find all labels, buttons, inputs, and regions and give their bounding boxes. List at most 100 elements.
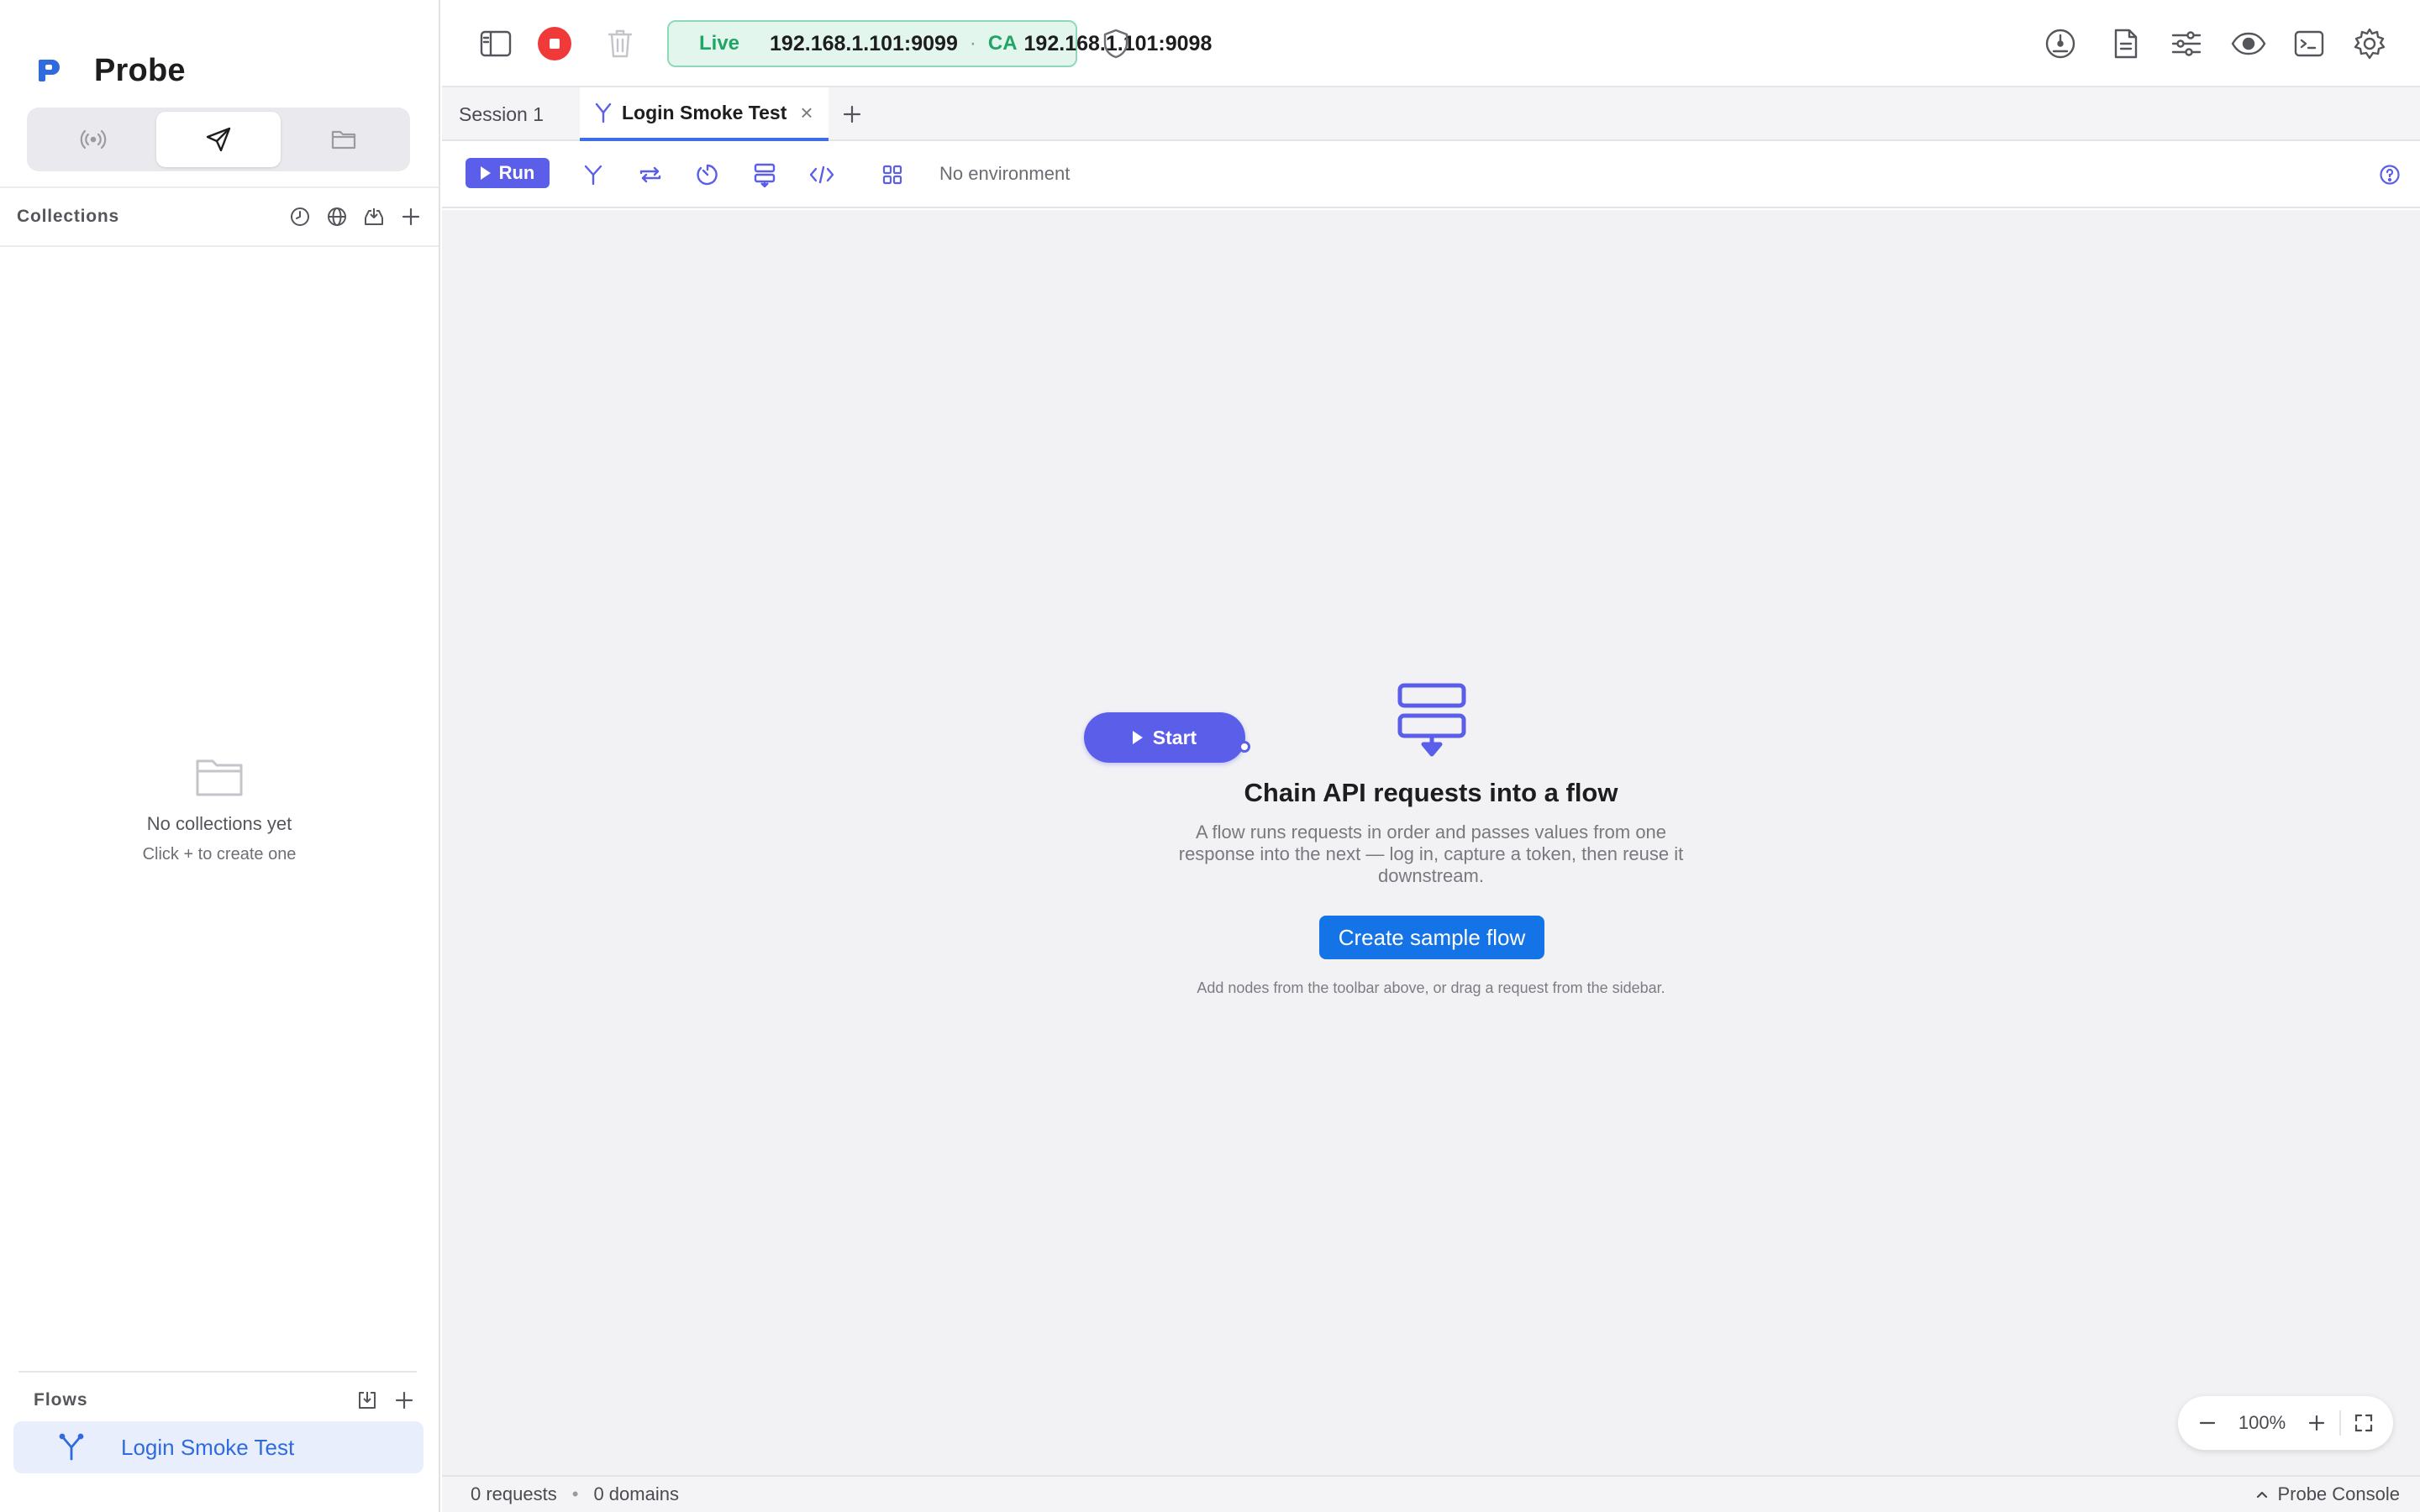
brand: Probe xyxy=(35,52,186,89)
add-collection-button[interactable] xyxy=(398,204,424,229)
play-icon xyxy=(480,166,491,180)
status-separator: • xyxy=(571,1483,579,1504)
flow-branch-icon xyxy=(59,1433,84,1461)
empty-collections-title: No collections yet xyxy=(146,813,292,834)
start-node[interactable]: Start xyxy=(1084,712,1245,763)
run-button[interactable]: Run xyxy=(466,158,550,188)
import-icon xyxy=(365,208,383,225)
probe-console-button[interactable]: Probe Console xyxy=(2255,1483,2400,1505)
mode-requests-button[interactable] xyxy=(155,112,281,167)
terminal-icon xyxy=(2294,30,2324,57)
terminal-button[interactable] xyxy=(2291,25,2328,62)
filters-button[interactable] xyxy=(2168,25,2205,62)
flows-title: Flows xyxy=(34,1390,88,1410)
flow-item[interactable]: Login Smoke Test xyxy=(13,1421,424,1473)
empty-folder-icon xyxy=(196,759,243,796)
folder-icon xyxy=(331,130,355,150)
plus-icon xyxy=(402,207,420,226)
live-label: Live xyxy=(699,32,740,55)
stop-capture-button[interactable] xyxy=(536,25,573,62)
empty-collections-hint: Click + to create one xyxy=(142,845,297,864)
ca-label: CA xyxy=(987,32,1018,55)
collections-header: Collections xyxy=(0,186,439,247)
import-icon xyxy=(359,1392,376,1409)
gear-icon xyxy=(2354,28,2386,60)
tab-label: Login Smoke Test xyxy=(622,101,787,123)
zoom-controls: 100% xyxy=(2178,1396,2393,1450)
fit-view-button[interactable] xyxy=(2351,1410,2376,1436)
timer-icon xyxy=(697,164,718,186)
add-script-button[interactable] xyxy=(807,160,837,190)
probe-console-label: Probe Console xyxy=(2277,1483,2400,1504)
environment-select[interactable]: No environment xyxy=(939,163,1070,185)
minus-icon xyxy=(2199,1421,2216,1425)
help-button[interactable] xyxy=(2375,160,2405,190)
play-icon xyxy=(1132,731,1143,744)
import-collection-button[interactable] xyxy=(361,204,387,229)
mode-capture-button[interactable] xyxy=(31,112,156,167)
document-icon xyxy=(2114,29,2138,59)
help-icon xyxy=(2380,165,2400,185)
empty-collections: No collections yet Click + to create one xyxy=(0,756,439,864)
request-count: 0 requests xyxy=(471,1483,557,1504)
tab-session-1[interactable]: Session 1 xyxy=(459,87,585,141)
shield-icon xyxy=(1103,29,1128,59)
gauge-icon xyxy=(2045,29,2075,59)
add-flow-button[interactable] xyxy=(392,1388,417,1413)
add-delay-button[interactable] xyxy=(692,160,723,190)
stop-icon xyxy=(538,27,571,60)
add-request-node-button[interactable] xyxy=(750,160,780,190)
send-icon xyxy=(206,127,231,152)
chevron-up-icon xyxy=(2257,1491,2268,1499)
tabs-bar: Session 1 Login Smoke Test × xyxy=(442,87,2420,141)
empty-flow-description: A flow runs requests in order and passes… xyxy=(1178,822,1684,886)
branch-icon xyxy=(584,165,602,186)
new-tab-button[interactable] xyxy=(834,96,871,133)
flow-branch-icon xyxy=(595,102,612,123)
add-loop-button[interactable] xyxy=(635,160,666,190)
flows-header: Flows xyxy=(34,1386,417,1415)
shield-button[interactable] xyxy=(1097,25,1134,62)
history-button[interactable] xyxy=(287,204,313,229)
sidebar: Probe Collections No collections yet Cli… xyxy=(0,0,440,1512)
mode-files-button[interactable] xyxy=(281,112,406,167)
settings-button[interactable] xyxy=(2351,25,2388,62)
import-flow-button[interactable] xyxy=(355,1388,380,1413)
empty-flow-heading: Chain API requests into a flow xyxy=(1244,778,1618,807)
toggle-sidebar-button[interactable] xyxy=(477,25,514,62)
status-bar: 0 requests • 0 domains Probe Console xyxy=(442,1475,2420,1512)
flow-canvas[interactable]: Start Chain API requests into a flow A f… xyxy=(442,210,2420,1475)
flow-toolbar: Run No environment xyxy=(442,141,2420,208)
start-node-output-handle[interactable] xyxy=(1239,741,1250,753)
docs-button[interactable] xyxy=(2107,25,2144,62)
close-tab-icon[interactable]: × xyxy=(800,100,813,126)
probe-logo-icon xyxy=(39,60,60,81)
grid-icon xyxy=(882,165,902,185)
sliders-icon xyxy=(2171,31,2202,56)
zoom-out-button[interactable] xyxy=(2195,1410,2220,1436)
flow-stack-icon xyxy=(1397,683,1466,757)
domain-count: 0 domains xyxy=(593,1483,679,1504)
divider xyxy=(18,1371,417,1373)
tab-label: Session 1 xyxy=(459,102,544,125)
globe-button[interactable] xyxy=(324,204,350,229)
fit-view-icon xyxy=(2354,1414,2373,1432)
clear-button[interactable] xyxy=(602,25,639,62)
code-icon xyxy=(809,165,834,184)
stack-node-icon xyxy=(754,163,776,187)
run-label: Run xyxy=(498,162,535,183)
layout-grid-button[interactable] xyxy=(877,160,908,190)
watch-button[interactable] xyxy=(2230,25,2267,62)
mode-switch xyxy=(27,108,410,171)
history-icon xyxy=(291,207,309,226)
create-sample-flow-button[interactable]: Create sample flow xyxy=(1319,916,1544,959)
eye-icon xyxy=(2231,32,2266,55)
tab-login-smoke-test[interactable]: Login Smoke Test × xyxy=(580,87,829,141)
top-bar: Live 192.168.1.101:9099 · CA 192.168.1.1… xyxy=(442,0,2420,87)
plus-icon xyxy=(395,1391,413,1410)
proxy-address: 192.168.1.101:9099 xyxy=(770,31,958,55)
proxy-status-pill[interactable]: Live 192.168.1.101:9099 · CA 192.168.1.1… xyxy=(667,20,1212,67)
zoom-in-button[interactable] xyxy=(2304,1410,2329,1436)
performance-button[interactable] xyxy=(2042,25,2079,62)
add-branch-button[interactable] xyxy=(578,160,608,190)
